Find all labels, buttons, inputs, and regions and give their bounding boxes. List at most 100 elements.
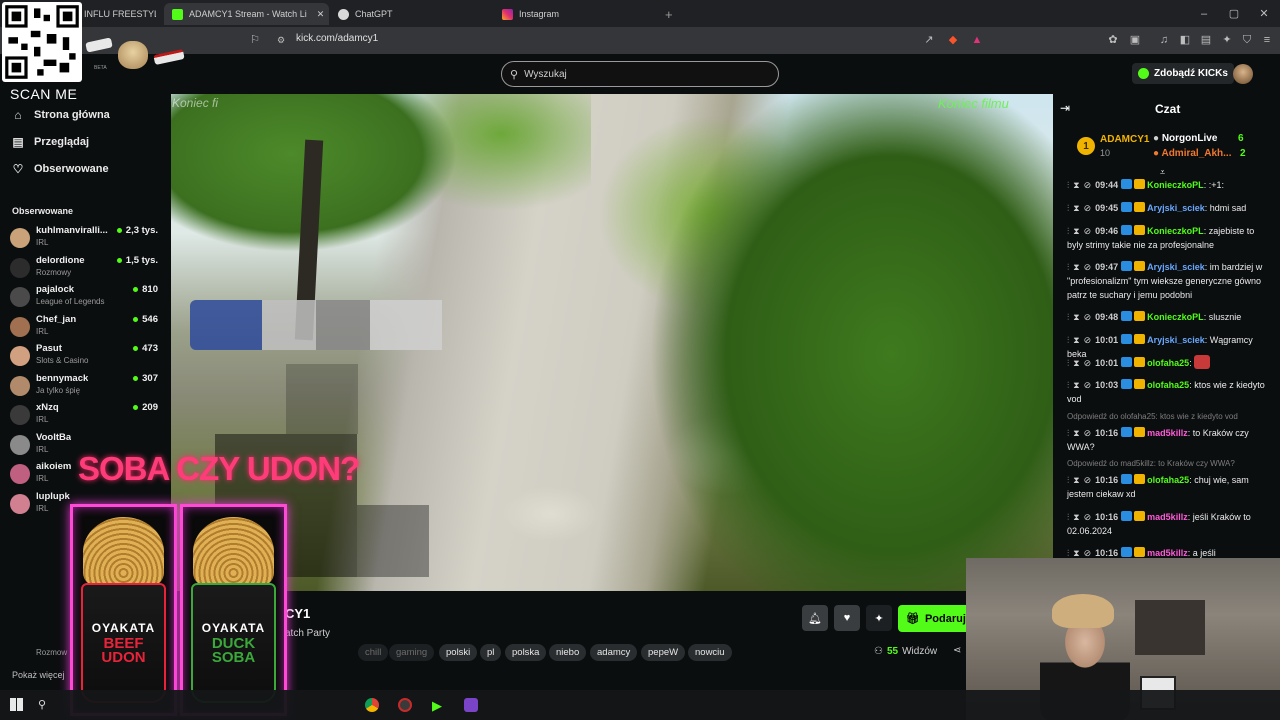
- url-field[interactable]: kick.com/adamcy1: [296, 33, 378, 44]
- pin-icon[interactable]: ⫶: [1067, 226, 1069, 236]
- get-kicks-button[interactable]: Zdobądź KICKs: [1132, 63, 1234, 84]
- leaderboard-entry[interactable]: ● Admiral_Akh...: [1153, 148, 1232, 159]
- show-more-link[interactable]: Pokaż więcej: [12, 670, 65, 680]
- screenshot-icon[interactable]: ▣: [1128, 34, 1142, 46]
- ban-icon[interactable]: ⊘: [1084, 262, 1092, 272]
- stream-tag[interactable]: pepeW: [641, 644, 686, 661]
- new-tab-button[interactable]: +: [665, 3, 677, 25]
- ban-icon[interactable]: ⊘: [1084, 475, 1092, 485]
- chat-message[interactable]: ⫶ ⧗ ⊘ 09:47 Aryjski_sciek: im bardziej w "pr…: [1067, 260, 1269, 302]
- ban-icon[interactable]: ⊘: [1084, 548, 1092, 558]
- leo-icon[interactable]: ✦: [1220, 34, 1234, 46]
- obs-icon[interactable]: [398, 698, 412, 712]
- user-avatar[interactable]: [1233, 64, 1253, 84]
- stream-tag[interactable]: gaming: [389, 644, 435, 661]
- timeout-icon[interactable]: ⧗: [1073, 203, 1079, 213]
- taskbar-search-icon[interactable]: ⚲: [38, 698, 46, 711]
- chat-message[interactable]: ⫶ ⧗ ⊘ 10:16 mad5killz: to Kraków czy WWA?: [1067, 426, 1269, 454]
- brave-shield-icon[interactable]: ◆: [946, 34, 960, 46]
- site-info-icon[interactable]: ⚙: [274, 34, 288, 46]
- menu-icon[interactable]: ≡: [1260, 34, 1274, 46]
- chat-reply-reference[interactable]: Odpowiedź do mad5killz: to Kraków czy WW…: [1067, 459, 1235, 468]
- stream-tag[interactable]: polska: [505, 644, 547, 661]
- sparkle-button[interactable]: ✦: [866, 605, 892, 631]
- notification-bell-button[interactable]: 🔔︎: [802, 605, 828, 631]
- share-icon[interactable]: ⋖: [953, 645, 961, 656]
- chat-message[interactable]: ⫶ ⧗ ⊘ 09:45 Aryjski_sciek: hdmi sad: [1067, 201, 1269, 215]
- timeout-icon[interactable]: ⧗: [1073, 380, 1079, 390]
- followed-channel-row[interactable]: xNzq IRL 209: [10, 402, 162, 430]
- message-username[interactable]: mad5killz: [1147, 428, 1188, 438]
- timeout-icon[interactable]: ⧗: [1073, 312, 1079, 322]
- followed-channel-row[interactable]: bennymack Ja tylko śpię 307: [10, 373, 162, 401]
- browser-tab[interactable]: ChatGPT: [338, 3, 488, 25]
- timeout-icon[interactable]: ⧗: [1073, 262, 1079, 272]
- followed-channel-row[interactable]: pajalock League of Legends 810: [10, 284, 162, 312]
- pin-icon[interactable]: ⫶: [1067, 262, 1069, 272]
- stream-tag[interactable]: pl: [480, 644, 502, 661]
- message-username[interactable]: Aryjski_sciek: [1147, 262, 1205, 272]
- maximize-icon[interactable]: ▢: [1227, 8, 1241, 20]
- collapse-chat-icon[interactable]: ⇥: [1060, 101, 1070, 115]
- followed-channel-row[interactable]: kuhlmanviralli... IRL 2,3 tys.: [10, 225, 162, 253]
- message-username[interactable]: KonieczkoPL: [1147, 226, 1204, 236]
- follow-button[interactable]: ♥: [834, 605, 860, 631]
- browser-tab[interactable]: Instagram: [502, 3, 652, 25]
- stream-tag[interactable]: chill: [358, 644, 389, 661]
- followed-channel-row[interactable]: delordione Rozmowy 1,5 tys.: [10, 255, 162, 283]
- nav-following[interactable]: ♡ Obserwowane: [12, 162, 109, 176]
- wallet-icon[interactable]: ▤: [1199, 34, 1213, 46]
- nav-home[interactable]: ⌂ Strona główna: [12, 108, 109, 122]
- chat-message[interactable]: ⫶ ⧗ ⊘ 10:03 olofaha25: ktos wie z kiedyto vo…: [1067, 378, 1269, 406]
- message-username[interactable]: mad5killz: [1147, 512, 1188, 522]
- pin-icon[interactable]: ⫶: [1067, 358, 1069, 368]
- message-username[interactable]: olofaha25: [1147, 475, 1189, 485]
- timeout-icon[interactable]: ⧗: [1073, 180, 1079, 190]
- timeout-icon[interactable]: ⧗: [1073, 512, 1079, 522]
- timeout-icon[interactable]: ⧗: [1073, 475, 1079, 485]
- chat-message[interactable]: ⫶ ⧗ ⊘ 10:16 olofaha25: chuj wie, sam jestem …: [1067, 473, 1269, 501]
- ban-icon[interactable]: ⊘: [1084, 312, 1092, 322]
- ban-icon[interactable]: ⊘: [1084, 380, 1092, 390]
- message-username[interactable]: Aryjski_sciek: [1147, 203, 1205, 213]
- media-icon[interactable]: ♫: [1157, 34, 1171, 46]
- stream-tag[interactable]: niebo: [549, 644, 587, 661]
- pin-icon[interactable]: ⫶: [1067, 428, 1069, 438]
- timeout-icon[interactable]: ⧗: [1073, 226, 1079, 236]
- share-icon[interactable]: ↗: [922, 34, 936, 46]
- message-username[interactable]: Aryjski_sciek: [1147, 335, 1205, 345]
- timeout-icon[interactable]: ⧗: [1073, 428, 1079, 438]
- nav-browse[interactable]: ▤ Przeglądaj: [12, 135, 89, 149]
- message-username[interactable]: olofaha25: [1147, 358, 1189, 368]
- chat-message[interactable]: ⫶ ⧗ ⊘ 09:44 KonieczkoPL: :+1:: [1067, 178, 1269, 192]
- message-username[interactable]: KonieczkoPL: [1147, 312, 1204, 322]
- timeout-icon[interactable]: ⧗: [1073, 548, 1079, 558]
- chat-message[interactable]: ⫶ ⧗ ⊘ 09:46 KonieczkoPL: zajebiste to byly s…: [1067, 224, 1269, 252]
- search-input[interactable]: ⚲ Wyszukaj: [501, 61, 779, 87]
- message-username[interactable]: mad5killz: [1147, 548, 1188, 558]
- pinned-toggle-icon[interactable]: ⩡: [1160, 167, 1165, 178]
- app-icon[interactable]: [464, 698, 478, 712]
- kick-app-icon[interactable]: ▶: [432, 698, 442, 714]
- timeout-icon[interactable]: ⧗: [1073, 358, 1079, 368]
- message-username[interactable]: KonieczkoPL: [1147, 180, 1204, 190]
- ban-icon[interactable]: ⊘: [1084, 512, 1092, 522]
- chat-reply-reference[interactable]: Odpowiedź do olofaha25: ktos wie z kiedy…: [1067, 412, 1238, 421]
- brave-rewards-icon[interactable]: ▲: [970, 34, 984, 46]
- ban-icon[interactable]: ⊘: [1084, 335, 1092, 345]
- pin-icon[interactable]: ⫶: [1067, 475, 1069, 485]
- streamer-name[interactable]: CY1: [285, 606, 310, 621]
- stream-tag[interactable]: adamcy: [590, 644, 638, 661]
- browser-tab-active[interactable]: ADAMCY1 Stream - Watch Li ✕: [164, 3, 329, 25]
- chat-message[interactable]: ⫶ ⧗ ⊘ 10:16 mad5killz: jeśli Kraków to 02.06…: [1067, 510, 1269, 538]
- chat-message[interactable]: ⫶ ⧗ ⊘ 10:01 olofaha25:: [1067, 355, 1269, 370]
- close-window-icon[interactable]: ✕: [1257, 8, 1271, 20]
- pin-icon[interactable]: ⫶: [1067, 548, 1069, 558]
- ban-icon[interactable]: ⊘: [1084, 428, 1092, 438]
- close-tab-icon[interactable]: ✕: [317, 9, 325, 20]
- stream-tag[interactable]: nowciu: [688, 644, 732, 661]
- chrome-icon[interactable]: [365, 698, 379, 712]
- ban-icon[interactable]: ⊘: [1084, 226, 1092, 236]
- pin-icon[interactable]: ⫶: [1067, 203, 1069, 213]
- pin-icon[interactable]: ⫶: [1067, 380, 1069, 390]
